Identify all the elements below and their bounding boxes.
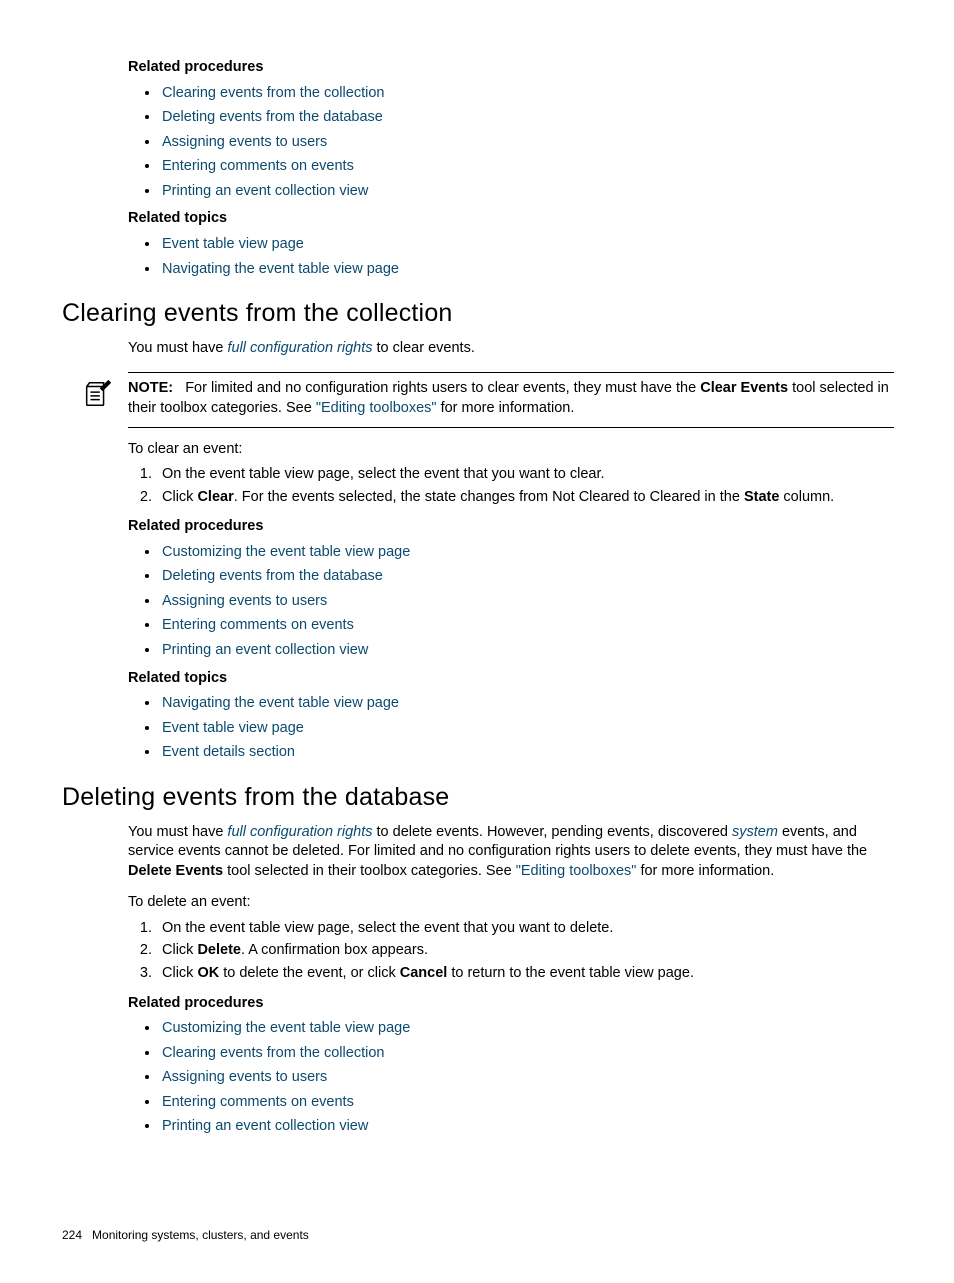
page-footer: 224 Monitoring systems, clusters, and eve… — [62, 1227, 894, 1243]
link[interactable]: Printing an event collection view — [162, 1118, 368, 1134]
list-item: Event table view page — [160, 719, 894, 739]
link[interactable]: Assigning events to users — [162, 134, 327, 150]
list-item: Navigating the event table view page — [160, 260, 894, 280]
related-procedures-list: Clearing events from the collection Dele… — [160, 84, 894, 202]
ui-label: Clear — [197, 489, 233, 505]
text: . For the events selected, the state cha… — [234, 489, 744, 505]
glossary-link[interactable]: full configuration rights — [227, 824, 372, 840]
text: . A confirmation box appears. — [241, 942, 428, 958]
step-item: On the event table view page, select the… — [156, 465, 894, 485]
text: to return to the event table view page. — [447, 965, 694, 981]
related-topics-list: Navigating the event table view page Eve… — [160, 694, 894, 763]
text: to clear events. — [373, 340, 475, 356]
link[interactable]: "Editing toolboxes" — [316, 400, 437, 416]
steps-list: On the event table view page, select the… — [144, 919, 894, 984]
link[interactable]: Clearing events from the collection — [162, 1045, 384, 1061]
link[interactable]: Deleting events from the database — [162, 568, 383, 584]
text: You must have — [128, 824, 227, 840]
link[interactable]: Entering comments on events — [162, 617, 354, 633]
lead-text: To delete an event: — [128, 893, 894, 913]
text: to delete the event, or click — [219, 965, 400, 981]
list-item: Deleting events from the database — [160, 108, 894, 128]
related-topics-heading: Related topics — [128, 669, 894, 689]
ui-label: State — [744, 489, 779, 505]
section-heading-clearing: Clearing events from the collection — [62, 297, 894, 331]
list-item: Printing an event collection view — [160, 1117, 894, 1137]
note-label: NOTE: — [128, 380, 173, 396]
list-item: Clearing events from the collection — [160, 1044, 894, 1064]
ui-label: OK — [197, 965, 219, 981]
list-item: Printing an event collection view — [160, 182, 894, 202]
intro-paragraph: You must have full configuration rights … — [128, 339, 894, 359]
chapter-title: Monitoring systems, clusters, and events — [92, 1228, 309, 1242]
glossary-link[interactable]: system — [732, 824, 778, 840]
list-item: Assigning events to users — [160, 133, 894, 153]
related-procedures-heading: Related procedures — [128, 994, 894, 1014]
note-icon — [82, 379, 112, 409]
list-item: Customizing the event table view page — [160, 543, 894, 563]
related-topics-heading: Related topics — [128, 209, 894, 229]
glossary-link[interactable]: full configuration rights — [227, 340, 372, 356]
link[interactable]: Customizing the event table view page — [162, 1020, 410, 1036]
list-item: Entering comments on events — [160, 1093, 894, 1113]
related-procedures-heading: Related procedures — [128, 517, 894, 537]
list-item: Assigning events to users — [160, 592, 894, 612]
text: You must have — [128, 340, 227, 356]
list-item: Entering comments on events — [160, 616, 894, 636]
intro-paragraph: You must have full configuration rights … — [128, 823, 894, 882]
note-block: NOTE: For limited and no configuration r… — [128, 372, 894, 427]
link[interactable]: Event details section — [162, 744, 295, 760]
page-number: 224 — [62, 1228, 82, 1242]
link[interactable]: Assigning events to users — [162, 1069, 327, 1085]
step-item: Click Delete. A confirmation box appears… — [156, 941, 894, 961]
section-heading-deleting: Deleting events from the database — [62, 781, 894, 815]
link[interactable]: Entering comments on events — [162, 1094, 354, 1110]
tool-name: Clear Events — [700, 380, 788, 396]
link[interactable]: Printing an event collection view — [162, 642, 368, 658]
ui-label: Delete — [197, 942, 241, 958]
lead-text: To clear an event: — [128, 440, 894, 460]
text: to delete events. However, pending event… — [373, 824, 733, 840]
step-item: Click OK to delete the event, or click C… — [156, 964, 894, 984]
list-item: Event table view page — [160, 235, 894, 255]
list-item: Entering comments on events — [160, 157, 894, 177]
link[interactable]: Customizing the event table view page — [162, 544, 410, 560]
list-item: Deleting events from the database — [160, 567, 894, 587]
link[interactable]: Clearing events from the collection — [162, 85, 384, 101]
text: Click — [162, 942, 197, 958]
link[interactable]: Navigating the event table view page — [162, 695, 399, 711]
step-item: Click Clear. For the events selected, th… — [156, 488, 894, 508]
text: For limited and no configuration rights … — [185, 380, 700, 396]
list-item: Printing an event collection view — [160, 641, 894, 661]
link[interactable]: "Editing toolboxes" — [516, 863, 637, 879]
related-procedures-heading: Related procedures — [128, 58, 894, 78]
text: Click — [162, 965, 197, 981]
note-text: NOTE: For limited and no configuration r… — [128, 379, 894, 418]
list-item: Event details section — [160, 743, 894, 763]
step-item: On the event table view page, select the… — [156, 919, 894, 939]
tool-name: Delete Events — [128, 863, 223, 879]
list-item: Clearing events from the collection — [160, 84, 894, 104]
list-item: Customizing the event table view page — [160, 1019, 894, 1039]
steps-list: On the event table view page, select the… — [144, 465, 894, 507]
list-item: Navigating the event table view page — [160, 694, 894, 714]
link[interactable]: Event table view page — [162, 720, 304, 736]
text: tool selected in their toolbox categorie… — [223, 863, 516, 879]
text: column. — [779, 489, 834, 505]
link[interactable]: Event table view page — [162, 236, 304, 252]
link[interactable]: Navigating the event table view page — [162, 261, 399, 277]
text: for more information. — [636, 863, 774, 879]
related-procedures-list: Customizing the event table view page De… — [160, 543, 894, 661]
list-item: Assigning events to users — [160, 1068, 894, 1088]
related-procedures-list: Customizing the event table view page Cl… — [160, 1019, 894, 1137]
ui-label: Cancel — [400, 965, 448, 981]
link[interactable]: Assigning events to users — [162, 593, 327, 609]
link[interactable]: Deleting events from the database — [162, 109, 383, 125]
text: for more information. — [437, 400, 575, 416]
related-topics-list: Event table view page Navigating the eve… — [160, 235, 894, 279]
link[interactable]: Entering comments on events — [162, 158, 354, 174]
text: Click — [162, 489, 197, 505]
link[interactable]: Printing an event collection view — [162, 183, 368, 199]
